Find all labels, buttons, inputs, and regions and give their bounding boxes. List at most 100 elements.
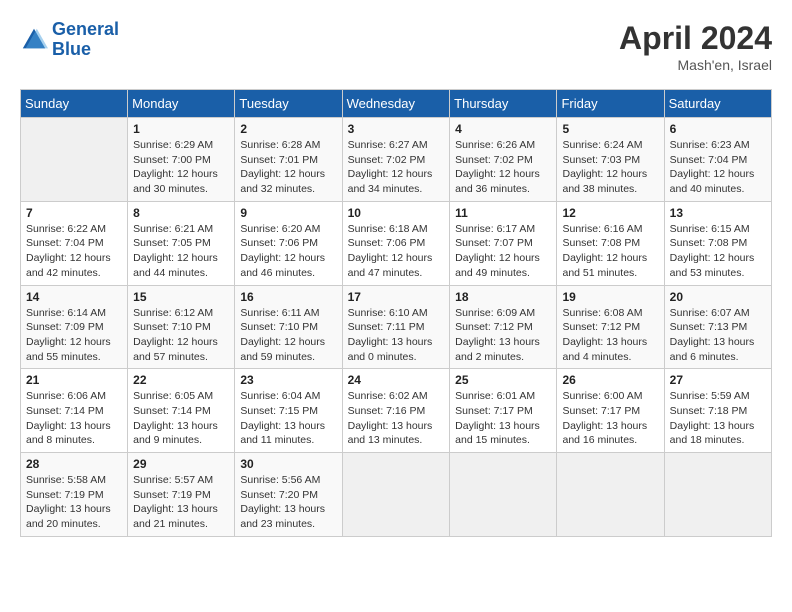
- day-info: Sunrise: 6:15 AM Sunset: 7:08 PM Dayligh…: [670, 222, 766, 281]
- calendar-cell: 1 Sunrise: 6:29 AM Sunset: 7:00 PM Daylig…: [128, 118, 235, 202]
- calendar-cell: [450, 453, 557, 537]
- weekday-header: Sunday: [21, 90, 128, 118]
- calendar-cell: [342, 453, 450, 537]
- day-info: Sunrise: 5:58 AM Sunset: 7:19 PM Dayligh…: [26, 473, 122, 532]
- month-title: April 2024: [619, 20, 772, 57]
- calendar-cell: 29 Sunrise: 5:57 AM Sunset: 7:19 PM Dayli…: [128, 453, 235, 537]
- calendar-cell: 30Sunrise: 5:56 AM Sunset: 7:20 PM Dayli…: [235, 453, 342, 537]
- day-info: Sunrise: 6:23 AM Sunset: 7:04 PM Dayligh…: [670, 138, 766, 197]
- calendar-cell: 3Sunrise: 6:27 AM Sunset: 7:02 PM Daylig…: [342, 118, 450, 202]
- calendar-cell: 11 Sunrise: 6:17 AM Sunset: 7:07 PM Dayli…: [450, 201, 557, 285]
- day-number: 11: [455, 206, 551, 220]
- day-number: 19: [562, 290, 658, 304]
- calendar-cell: 8 Sunrise: 6:21 AM Sunset: 7:05 PM Daylig…: [128, 201, 235, 285]
- day-info: Sunrise: 6:10 AM Sunset: 7:11 PM Dayligh…: [348, 306, 445, 365]
- weekday-header: Monday: [128, 90, 235, 118]
- calendar-cell: 4 Sunrise: 6:26 AM Sunset: 7:02 PM Daylig…: [450, 118, 557, 202]
- day-info: Sunrise: 6:02 AM Sunset: 7:16 PM Dayligh…: [348, 389, 445, 448]
- calendar-week-row: 14Sunrise: 6:14 AM Sunset: 7:09 PM Dayli…: [21, 285, 772, 369]
- calendar-cell: 12 Sunrise: 6:16 AM Sunset: 7:08 PM Dayli…: [557, 201, 664, 285]
- calendar-cell: 9 Sunrise: 6:20 AM Sunset: 7:06 PM Daylig…: [235, 201, 342, 285]
- logo-text: General Blue: [52, 20, 119, 60]
- day-info: Sunrise: 6:04 AM Sunset: 7:15 PM Dayligh…: [240, 389, 336, 448]
- calendar-week-row: 1 Sunrise: 6:29 AM Sunset: 7:00 PM Daylig…: [21, 118, 772, 202]
- calendar-cell: 20 Sunrise: 6:07 AM Sunset: 7:13 PM Dayli…: [664, 285, 771, 369]
- day-number: 13: [670, 206, 766, 220]
- day-info: Sunrise: 6:24 AM Sunset: 7:03 PM Dayligh…: [562, 138, 658, 197]
- day-info: Sunrise: 6:00 AM Sunset: 7:17 PM Dayligh…: [562, 389, 658, 448]
- day-number: 12: [562, 206, 658, 220]
- calendar-cell: [557, 453, 664, 537]
- calendar-cell: 2 Sunrise: 6:28 AM Sunset: 7:01 PM Daylig…: [235, 118, 342, 202]
- day-number: 26: [562, 373, 658, 387]
- day-number: 1: [133, 122, 229, 136]
- weekday-header-row: SundayMondayTuesdayWednesdayThursdayFrid…: [21, 90, 772, 118]
- day-number: 9: [240, 206, 336, 220]
- calendar-cell: 13 Sunrise: 6:15 AM Sunset: 7:08 PM Dayli…: [664, 201, 771, 285]
- day-number: 29: [133, 457, 229, 471]
- weekday-header: Tuesday: [235, 90, 342, 118]
- day-info: Sunrise: 6:26 AM Sunset: 7:02 PM Dayligh…: [455, 138, 551, 197]
- calendar-cell: 15 Sunrise: 6:12 AM Sunset: 7:10 PM Dayli…: [128, 285, 235, 369]
- day-info: Sunrise: 6:29 AM Sunset: 7:00 PM Dayligh…: [133, 138, 229, 197]
- day-number: 6: [670, 122, 766, 136]
- page-header: General Blue April 2024 Mash'en, Israel: [20, 20, 772, 73]
- day-info: Sunrise: 6:06 AM Sunset: 7:14 PM Dayligh…: [26, 389, 122, 448]
- logo: General Blue: [20, 20, 119, 60]
- day-number: 10: [348, 206, 445, 220]
- calendar-table: SundayMondayTuesdayWednesdayThursdayFrid…: [20, 89, 772, 537]
- calendar-cell: 19 Sunrise: 6:08 AM Sunset: 7:12 PM Dayli…: [557, 285, 664, 369]
- day-number: 21: [26, 373, 122, 387]
- calendar-cell: 18 Sunrise: 6:09 AM Sunset: 7:12 PM Dayli…: [450, 285, 557, 369]
- calendar-cell: [21, 118, 128, 202]
- day-info: Sunrise: 6:08 AM Sunset: 7:12 PM Dayligh…: [562, 306, 658, 365]
- day-number: 17: [348, 290, 445, 304]
- day-number: 8: [133, 206, 229, 220]
- day-info: Sunrise: 6:07 AM Sunset: 7:13 PM Dayligh…: [670, 306, 766, 365]
- day-info: Sunrise: 6:21 AM Sunset: 7:05 PM Dayligh…: [133, 222, 229, 281]
- day-number: 15: [133, 290, 229, 304]
- day-number: 5: [562, 122, 658, 136]
- day-info: Sunrise: 5:59 AM Sunset: 7:18 PM Dayligh…: [670, 389, 766, 448]
- calendar-cell: 26 Sunrise: 6:00 AM Sunset: 7:17 PM Dayli…: [557, 369, 664, 453]
- day-info: Sunrise: 6:09 AM Sunset: 7:12 PM Dayligh…: [455, 306, 551, 365]
- day-info: Sunrise: 6:22 AM Sunset: 7:04 PM Dayligh…: [26, 222, 122, 281]
- calendar-cell: 23 Sunrise: 6:04 AM Sunset: 7:15 PM Dayli…: [235, 369, 342, 453]
- day-number: 25: [455, 373, 551, 387]
- day-number: 16: [240, 290, 336, 304]
- logo-icon: [20, 26, 48, 54]
- calendar-cell: 22Sunrise: 6:05 AM Sunset: 7:14 PM Dayli…: [128, 369, 235, 453]
- title-block: April 2024 Mash'en, Israel: [619, 20, 772, 73]
- calendar-cell: 16 Sunrise: 6:11 AM Sunset: 7:10 PM Dayli…: [235, 285, 342, 369]
- calendar-week-row: 7Sunrise: 6:22 AM Sunset: 7:04 PM Daylig…: [21, 201, 772, 285]
- calendar-cell: 5 Sunrise: 6:24 AM Sunset: 7:03 PM Daylig…: [557, 118, 664, 202]
- day-number: 27: [670, 373, 766, 387]
- day-info: Sunrise: 6:28 AM Sunset: 7:01 PM Dayligh…: [240, 138, 336, 197]
- calendar-week-row: 21 Sunrise: 6:06 AM Sunset: 7:14 PM Dayli…: [21, 369, 772, 453]
- day-info: Sunrise: 6:20 AM Sunset: 7:06 PM Dayligh…: [240, 222, 336, 281]
- day-info: Sunrise: 6:17 AM Sunset: 7:07 PM Dayligh…: [455, 222, 551, 281]
- day-number: 20: [670, 290, 766, 304]
- day-info: Sunrise: 6:14 AM Sunset: 7:09 PM Dayligh…: [26, 306, 122, 365]
- day-number: 2: [240, 122, 336, 136]
- day-number: 23: [240, 373, 336, 387]
- calendar-cell: [664, 453, 771, 537]
- calendar-cell: 24 Sunrise: 6:02 AM Sunset: 7:16 PM Dayli…: [342, 369, 450, 453]
- day-number: 18: [455, 290, 551, 304]
- day-info: Sunrise: 6:16 AM Sunset: 7:08 PM Dayligh…: [562, 222, 658, 281]
- day-number: 4: [455, 122, 551, 136]
- day-number: 28: [26, 457, 122, 471]
- day-info: Sunrise: 6:27 AM Sunset: 7:02 PM Dayligh…: [348, 138, 445, 197]
- day-info: Sunrise: 6:12 AM Sunset: 7:10 PM Dayligh…: [133, 306, 229, 365]
- calendar-cell: 28 Sunrise: 5:58 AM Sunset: 7:19 PM Dayli…: [21, 453, 128, 537]
- day-number: 24: [348, 373, 445, 387]
- weekday-header: Saturday: [664, 90, 771, 118]
- calendar-cell: 10Sunrise: 6:18 AM Sunset: 7:06 PM Dayli…: [342, 201, 450, 285]
- day-number: 22: [133, 373, 229, 387]
- day-info: Sunrise: 6:11 AM Sunset: 7:10 PM Dayligh…: [240, 306, 336, 365]
- calendar-cell: 14Sunrise: 6:14 AM Sunset: 7:09 PM Dayli…: [21, 285, 128, 369]
- day-info: Sunrise: 6:01 AM Sunset: 7:17 PM Dayligh…: [455, 389, 551, 448]
- day-info: Sunrise: 5:57 AM Sunset: 7:19 PM Dayligh…: [133, 473, 229, 532]
- calendar-cell: 25 Sunrise: 6:01 AM Sunset: 7:17 PM Dayli…: [450, 369, 557, 453]
- calendar-cell: 21 Sunrise: 6:06 AM Sunset: 7:14 PM Dayli…: [21, 369, 128, 453]
